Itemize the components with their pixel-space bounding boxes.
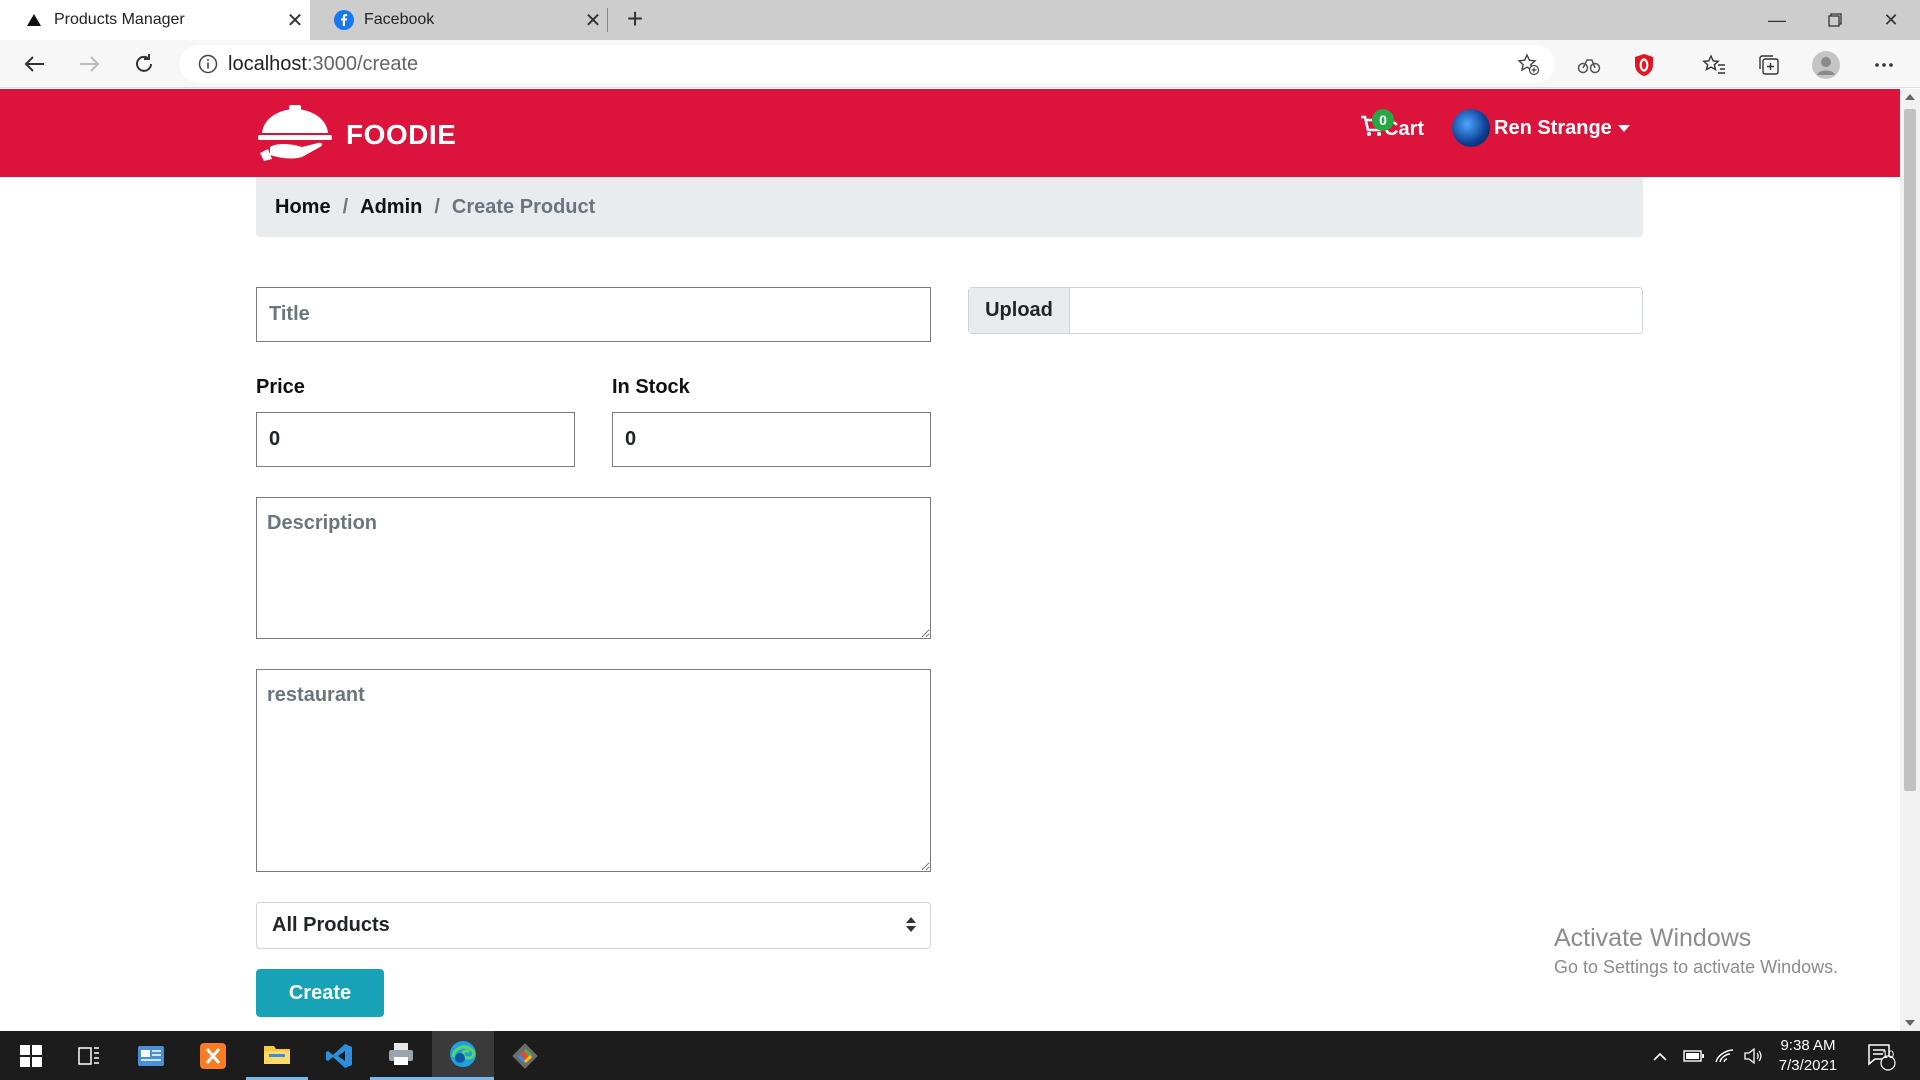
breadcrumb-separator: / [434,195,440,218]
page-scrollbar[interactable] [1900,89,1920,1031]
windows-taskbar: 9:38 AM 7/3/2021 10 [0,1031,1920,1080]
opera-adblock-icon[interactable] [1626,50,1662,80]
refresh-icon[interactable] [126,48,162,80]
cart-count-badge: 0 [1372,109,1394,131]
upload-label[interactable]: Upload [969,288,1070,333]
browser-toolbar: localhost:3000/create [0,40,1920,88]
category-select[interactable]: All Products [256,902,931,949]
category-selected-value: All Products [272,914,390,936]
window-close-icon[interactable]: ✕ [1862,0,1920,40]
cart-link[interactable]: 0 Cart [1360,109,1424,143]
close-icon[interactable]: ✕ [578,8,608,33]
price-input[interactable] [256,412,575,467]
breadcrumb-current: Create Product [451,195,596,218]
file-explorer-icon[interactable] [246,1031,308,1080]
activate-windows-watermark: Activate Windows Go to Settings to activ… [1554,924,1838,978]
scroll-down-arrow-icon[interactable] [1905,1020,1915,1026]
description-textarea[interactable] [256,497,931,639]
tab-products-manager[interactable]: Products Manager ✕ [0,0,310,40]
news-app-icon[interactable] [120,1031,182,1080]
taskbar-clock[interactable]: 9:38 AM 7/3/2021 [1768,1036,1848,1076]
food-cloche-logo-icon [256,103,334,166]
avatar [1452,109,1490,147]
restore-icon[interactable] [1806,0,1864,40]
windows-start-icon[interactable] [0,1031,62,1080]
extension-icon[interactable] [1571,50,1607,80]
facebook-icon [324,10,364,30]
forward-arrow-icon[interactable] [72,48,108,80]
wifi-icon[interactable] [1714,1031,1734,1080]
tab-title: Products Manager [54,11,185,28]
price-label: Price [256,376,305,398]
tab-title: Facebook [364,11,435,28]
select-arrows-icon [906,917,916,932]
browser-tab-bar: Products Manager ✕ Facebook ✕ + — ✕ [0,0,1920,40]
in-stock-input[interactable] [612,412,931,467]
more-menu-icon[interactable] [1866,50,1902,80]
breadcrumb: Home / Admin / Create Product [256,177,1643,237]
clock-date: 7/3/2021 [1778,1057,1838,1074]
minimize-icon[interactable]: — [1748,0,1806,40]
address-bar[interactable]: localhost:3000/create [180,45,1555,83]
clock-time: 9:38 AM [1780,1037,1836,1054]
notification-center-icon[interactable]: 10 [1866,1031,1896,1080]
new-tab-plus-icon[interactable]: + [618,3,652,35]
brand-link[interactable]: FOODIE [256,103,456,166]
restaurant-textarea[interactable] [256,669,931,872]
site-navbar: FOODIE 0 Cart Ren Strange [0,89,1900,177]
info-icon[interactable] [188,54,228,74]
title-input[interactable] [256,287,931,342]
breadcrumb-separator: / [342,195,349,218]
in-stock-label: In Stock [612,376,690,398]
notification-count: 10 [1881,1049,1895,1061]
tab-facebook[interactable]: Facebook ✕ [310,0,608,40]
tab-divider [607,8,608,32]
profile-avatar-icon[interactable] [1808,50,1844,80]
add-favorite-star-icon[interactable] [1517,53,1540,80]
breadcrumb-home-link[interactable]: Home [275,196,331,219]
user-menu-dropdown[interactable]: Ren Strange [1452,109,1630,147]
file-upload-input[interactable] [1070,288,1642,333]
url-path: :3000/create [306,52,419,75]
brand-name: FOODIE [346,118,457,150]
url-host: localhost [228,52,307,75]
task-view-icon[interactable] [58,1031,120,1080]
git-icon[interactable] [494,1031,556,1080]
printer-app-icon[interactable] [370,1031,432,1080]
watermark-title: Activate Windows [1554,924,1752,952]
close-icon[interactable]: ✕ [280,8,310,33]
user-name: Ren Strange [1494,116,1612,139]
scrollbar-thumb[interactable] [1904,109,1916,791]
vscode-icon[interactable] [308,1031,370,1080]
show-hidden-icons-chevron-icon[interactable] [1652,1031,1668,1080]
create-button[interactable]: Create [256,969,384,1017]
collections-icon[interactable] [1751,50,1787,80]
scroll-up-arrow-icon[interactable] [1905,94,1915,100]
breadcrumb-admin-link[interactable]: Admin [360,196,422,219]
triangle-favicon-icon [14,14,54,26]
back-arrow-icon[interactable] [16,48,52,80]
watermark-subtitle: Go to Settings to activate Windows. [1554,957,1839,977]
xampp-icon[interactable] [182,1031,244,1080]
favorites-icon[interactable] [1696,50,1732,80]
volume-icon[interactable] [1744,1031,1762,1080]
edge-browser-icon[interactable] [432,1031,494,1080]
upload-group: Upload [968,287,1643,334]
caret-down-icon [1617,124,1630,132]
battery-icon[interactable] [1683,1031,1705,1080]
